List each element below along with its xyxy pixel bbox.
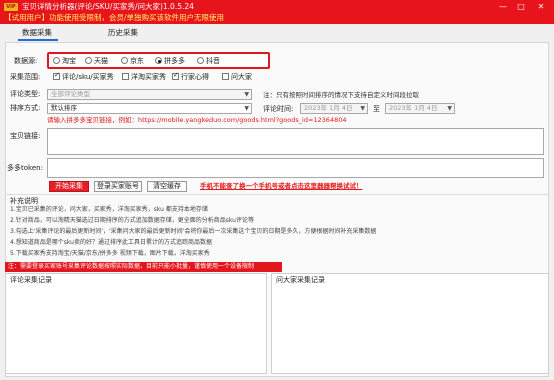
- comment-note: 注：只有按照时间排序的情况下支持自定义时间段拉取: [263, 91, 419, 99]
- active-tab-indicator: [18, 39, 58, 41]
- url-label: 宝贝链接:: [10, 132, 41, 140]
- date-to-separator: 至: [373, 105, 380, 113]
- sort-label: 排序方式:: [10, 104, 41, 112]
- scope-yangtao-checkbox[interactable]: 洋淘买家秀: [122, 73, 166, 82]
- promo-link[interactable]: 手机不能查了换一个手机号或者点击这里器器帮换试试！: [200, 182, 363, 191]
- radio-icon: [53, 57, 60, 64]
- comment-log-panel[interactable]: 评论采集记录: [5, 273, 267, 374]
- help-line: 4.想知道商品是哪个sku卖的好？通过排序此工具日累计的方式追踪商品数据: [10, 239, 212, 246]
- chevron-down-icon: ▼: [244, 105, 249, 112]
- help-line: 5.下载买家秀支持淘宝/天猫/京东/拼多多 视频下载，图片下载，洋淘买家秀: [10, 250, 210, 257]
- tab-data-collection[interactable]: 数据采集: [22, 28, 52, 38]
- trial-notice: 【试用用户】功能使用受限制，会员/单独购买该软件用户无限使用: [4, 13, 225, 22]
- comment-type-label: 评论类型:: [10, 90, 41, 98]
- help-line: 1.宝贝已采集的评论，问大家，买家秀，洋淘买家秀，sku 都支持本地存储: [10, 206, 208, 213]
- tab-bar: 数据采集 历史采集: [0, 24, 554, 41]
- clear-cache-button[interactable]: 清空缓存: [147, 181, 187, 192]
- checkbox-checked-icon: [53, 71, 60, 80]
- divider: [5, 194, 549, 195]
- date-to-picker[interactable]: 2023年 1月 4日 ▼: [385, 103, 455, 114]
- tab-history[interactable]: 历史采集: [108, 28, 138, 38]
- close-icon[interactable]: ✕: [533, 1, 549, 12]
- checkbox-checked-icon: [172, 71, 179, 80]
- scope-comments-checkbox[interactable]: 评论/sku/买家秀: [53, 71, 114, 82]
- url-input[interactable]: [47, 128, 544, 155]
- title-bar: VIP 宝贝详情分析器(评论/SKU/买家秀/问大家)1.0.5.24 【试用用…: [0, 0, 554, 24]
- source-radio-group: 淘宝 天猫 京东 拼多多 抖音: [47, 52, 270, 69]
- qa-log-panel[interactable]: 问大家采集记录: [271, 273, 549, 374]
- calendar-dropdown-icon: ▼: [447, 105, 452, 112]
- source-tmall[interactable]: 天猫: [85, 57, 108, 66]
- scope-expert-checkbox[interactable]: 行家心得: [172, 71, 209, 82]
- maximize-icon[interactable]: □: [513, 1, 529, 12]
- sort-select[interactable]: 默认排序 ▼: [47, 103, 252, 114]
- checkbox-icon: [222, 73, 229, 80]
- comment-log-title: 评论采集记录: [10, 276, 52, 284]
- radio-selected-icon: [155, 57, 162, 64]
- time-label: 评论时间:: [263, 105, 294, 113]
- date-from-picker[interactable]: 2023年 1月 4日 ▼: [300, 103, 368, 114]
- window-title: 宝贝详情分析器(评论/SKU/买家秀/问大家)1.0.5.24: [22, 2, 194, 11]
- login-alert-banner: 注：需要登录买家账号采集评论数据按照实际数据，目前只能小批量，谨慎使用一个设备限…: [5, 262, 282, 272]
- radio-icon: [197, 57, 204, 64]
- calendar-dropdown-icon: ▼: [360, 105, 365, 112]
- radio-icon: [121, 57, 128, 64]
- help-line: 2.针对商品，可以淘精天猫选过日期排序的方式追加数据存储，更全面的分析商品sku…: [10, 217, 254, 224]
- source-taobao[interactable]: 淘宝: [53, 57, 76, 66]
- chevron-down-icon: ▼: [244, 91, 249, 98]
- login-buyer-button[interactable]: 登录买家账号: [94, 181, 142, 192]
- minimize-icon[interactable]: —: [495, 1, 511, 12]
- scope-label: 采集范围:: [10, 73, 41, 81]
- source-pinduoduo[interactable]: 拼多多: [155, 57, 185, 66]
- vip-badge: VIP: [4, 3, 18, 11]
- url-hint: 请输入拼多多宝贝链接，例如：https://mobile.yangkeduo.c…: [47, 116, 347, 124]
- source-label: 数据源:: [14, 57, 38, 65]
- help-line: 3.勾选上'采集评论的最后更新时间'，'采集问大家的最后更新时间'会将你最后一次…: [10, 228, 377, 235]
- checkbox-icon: [122, 73, 129, 80]
- source-douyin[interactable]: 抖音: [197, 57, 220, 66]
- scope-qa-checkbox[interactable]: 问大家: [222, 73, 252, 82]
- source-jd[interactable]: 京东: [121, 57, 144, 66]
- qa-log-title: 问大家采集记录: [276, 276, 325, 284]
- radio-icon: [85, 57, 92, 64]
- start-collect-button[interactable]: 开始采集: [49, 181, 89, 192]
- token-label: 多多token:: [7, 164, 43, 172]
- token-input[interactable]: [47, 158, 544, 178]
- comment-type-select[interactable]: 全部评论类型 ▼: [47, 89, 252, 100]
